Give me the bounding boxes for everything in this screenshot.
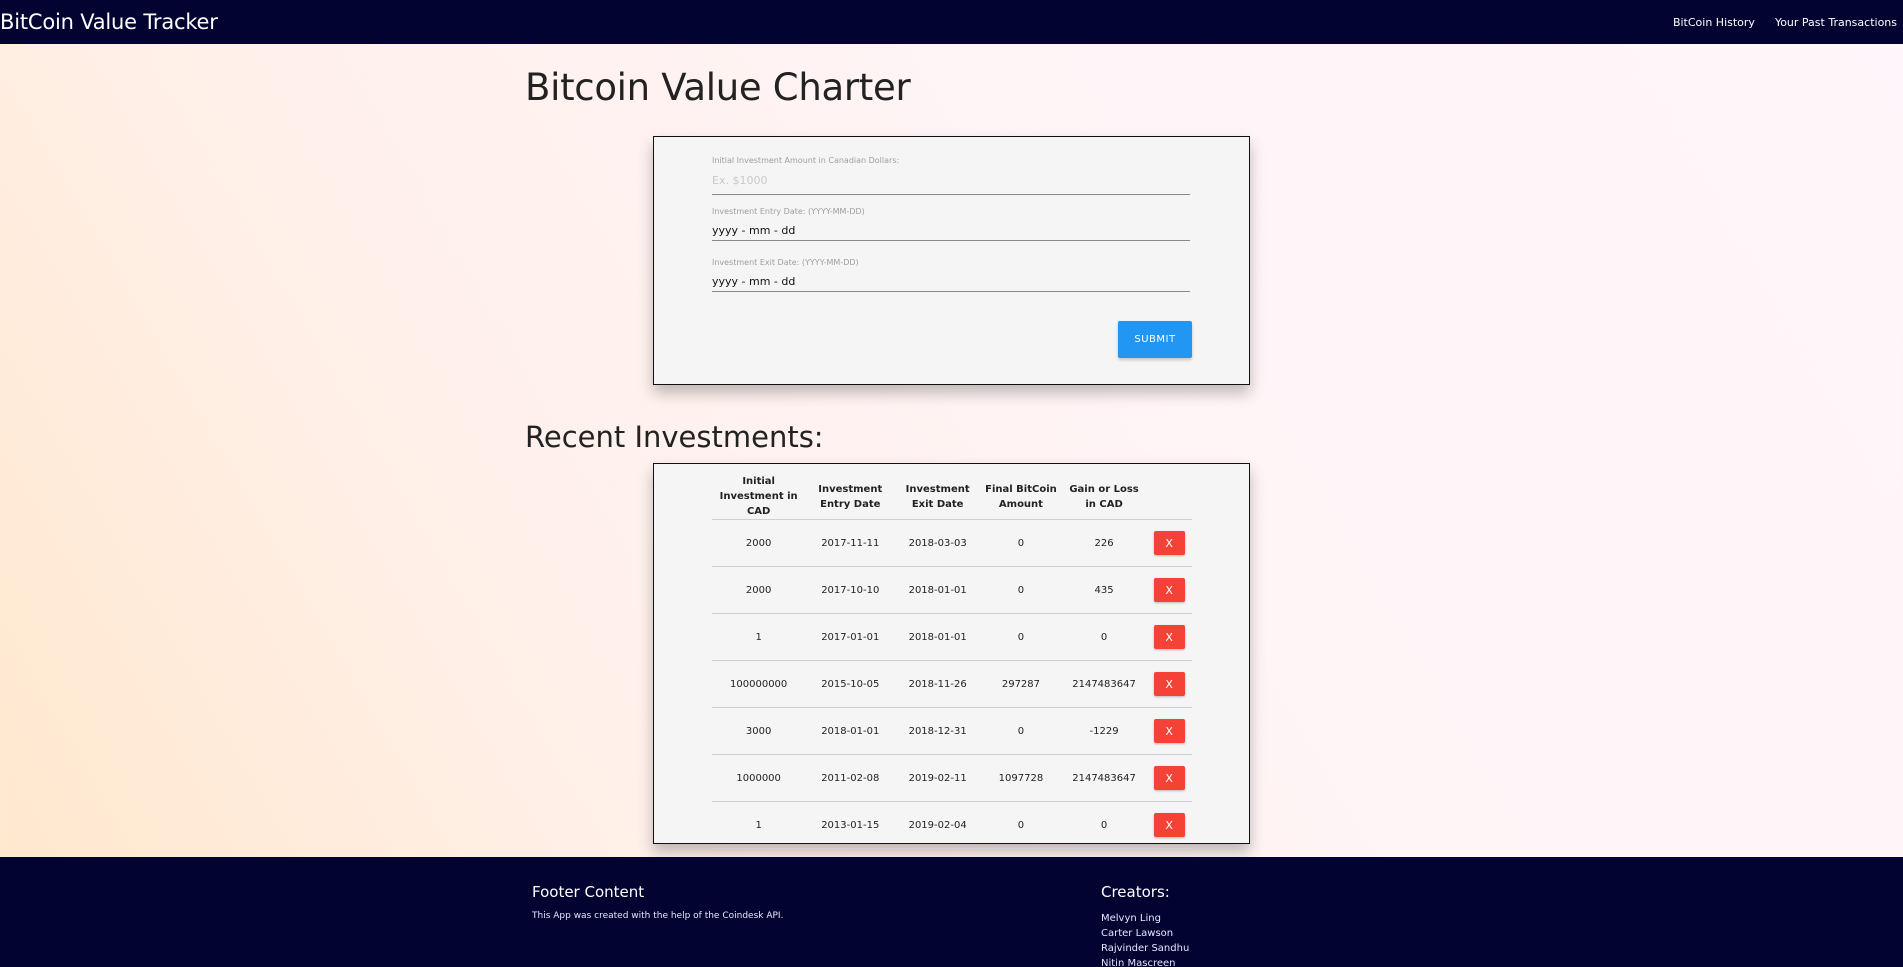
cell-gain-loss: -1229 xyxy=(1061,707,1147,755)
cell-exit-date: 2019-02-04 xyxy=(895,801,981,849)
cell-entry-date: 2017-10-10 xyxy=(805,566,896,614)
cell-actions: X xyxy=(1146,613,1192,661)
cell-actions: X xyxy=(1146,660,1192,708)
cell-final-bitcoin: 0 xyxy=(980,707,1062,755)
recent-investments-title: Recent Investments: xyxy=(525,420,824,454)
cell-gain-loss: 2147483647 xyxy=(1061,754,1147,802)
brand-title[interactable]: BitCoin Value Tracker xyxy=(0,10,218,34)
cell-final-bitcoin: 297287 xyxy=(980,660,1062,708)
cell-actions: X xyxy=(1146,801,1192,849)
cell-actions: X xyxy=(1146,519,1192,567)
cell-entry-date: 2011-02-08 xyxy=(805,754,896,802)
navbar: BitCoin Value Tracker BitCoin History Yo… xyxy=(0,0,1903,44)
entry-date-input[interactable]: yyyy - mm - dd xyxy=(712,216,1190,241)
entry-date-field: Investment Entry Date: (YYYY-MM-DD) yyyy… xyxy=(712,207,1190,241)
cell-gain-loss: 435 xyxy=(1061,566,1147,614)
amount-input[interactable] xyxy=(712,171,1190,195)
cell-initial-investment: 1000000 xyxy=(712,754,806,802)
table-row: 1 2017-01-01 2018-01-01 0 0 X xyxy=(712,613,1192,661)
table-row: 2000 2017-11-11 2018-03-03 0 226 X xyxy=(712,519,1192,567)
exit-date-field: Investment Exit Date: (YYYY-MM-DD) yyyy … xyxy=(712,258,1190,292)
creators-block: Creators: Melvyn Ling Carter Lawson Rajv… xyxy=(1101,883,1189,967)
cell-exit-date: 2018-01-01 xyxy=(895,613,981,661)
submit-button[interactable]: SUBMIT xyxy=(1118,321,1192,358)
delete-button[interactable]: X xyxy=(1153,578,1185,602)
table-row: 2000 2017-10-10 2018-01-01 0 435 X xyxy=(712,566,1192,614)
delete-button[interactable]: X xyxy=(1153,813,1185,837)
page-title: Bitcoin Value Charter xyxy=(525,66,911,109)
creator-name: Melvyn Ling xyxy=(1101,913,1161,924)
creator-name: Rajvinder Sandhu xyxy=(1101,943,1190,954)
nav-link-bitcoin-history[interactable]: BitCoin History xyxy=(1673,16,1755,29)
cell-entry-date: 2017-01-01 xyxy=(805,613,896,661)
cell-gain-loss: 0 xyxy=(1061,613,1147,661)
cell-exit-date: 2018-11-26 xyxy=(895,660,981,708)
exit-date-label: Investment Exit Date: (YYYY-MM-DD) xyxy=(712,258,859,267)
column-header: Gain or Loss in CAD xyxy=(1061,474,1147,520)
cell-entry-date: 2018-01-01 xyxy=(805,707,896,755)
delete-button[interactable]: X xyxy=(1153,625,1185,649)
cell-initial-investment: 100000000 xyxy=(712,660,806,708)
delete-button[interactable]: X xyxy=(1153,531,1185,555)
investments-table: Initial Investment in CAD Investment Ent… xyxy=(712,474,1192,849)
cell-exit-date: 2019-02-11 xyxy=(895,754,981,802)
table-row: 1 2013-01-15 2019-02-04 0 0 X xyxy=(712,801,1192,849)
cell-gain-loss: 0 xyxy=(1061,801,1147,849)
investments-table-card: Initial Investment in CAD Investment Ent… xyxy=(653,463,1250,849)
exit-date-input[interactable]: yyyy - mm - dd xyxy=(712,267,1190,292)
cell-initial-investment: 3000 xyxy=(712,707,806,755)
cell-gain-loss: 2147483647 xyxy=(1061,660,1147,708)
table-row: 3000 2018-01-01 2018-12-31 0 -1229 X xyxy=(712,707,1192,755)
cell-exit-date: 2018-01-01 xyxy=(895,566,981,614)
nav-links: BitCoin History Your Past Transactions xyxy=(1653,16,1903,29)
cell-initial-investment: 1 xyxy=(712,801,806,849)
column-header-actions xyxy=(1146,474,1192,520)
cell-entry-date: 2015-10-05 xyxy=(805,660,896,708)
cell-actions: X xyxy=(1146,754,1192,802)
delete-button[interactable]: X xyxy=(1153,719,1185,743)
table-row: 1000000 2011-02-08 2019-02-11 1097728 21… xyxy=(712,754,1192,802)
cell-final-bitcoin: 0 xyxy=(980,566,1062,614)
entry-date-label: Investment Entry Date: (YYYY-MM-DD) xyxy=(712,207,865,216)
cell-final-bitcoin: 0 xyxy=(980,519,1062,567)
cell-final-bitcoin: 0 xyxy=(980,613,1062,661)
cell-final-bitcoin: 0 xyxy=(980,801,1062,849)
table-row: 100000000 2015-10-05 2018-11-26 297287 2… xyxy=(712,660,1192,708)
cell-initial-investment: 2000 xyxy=(712,519,806,567)
cell-entry-date: 2013-01-15 xyxy=(805,801,896,849)
footer-text: This App was created with the help of th… xyxy=(532,911,784,921)
nav-link-past-transactions[interactable]: Your Past Transactions xyxy=(1775,16,1897,29)
column-header: Investment Entry Date xyxy=(805,474,896,520)
column-header: Final BitCoin Amount xyxy=(980,474,1062,520)
cell-gain-loss: 226 xyxy=(1061,519,1147,567)
amount-field-label: Initial Investment Amount in Canadian Do… xyxy=(712,156,900,165)
creator-name: Carter Lawson xyxy=(1101,928,1174,939)
column-header: Investment Exit Date xyxy=(895,474,981,520)
amount-field: Initial Investment Amount in Canadian Do… xyxy=(712,156,1190,195)
cell-initial-investment: 2000 xyxy=(712,566,806,614)
creators-heading: Creators: xyxy=(1101,883,1170,901)
column-header: Initial Investment in CAD xyxy=(712,474,806,520)
footer: Footer Content This App was created with… xyxy=(0,857,1903,967)
cell-entry-date: 2017-11-11 xyxy=(805,519,896,567)
delete-button[interactable]: X xyxy=(1153,766,1185,790)
footer-heading: Footer Content xyxy=(532,883,645,901)
footer-content-block: Footer Content This App was created with… xyxy=(532,883,783,921)
cell-exit-date: 2018-12-31 xyxy=(895,707,981,755)
cell-initial-investment: 1 xyxy=(712,613,806,661)
cell-exit-date: 2018-03-03 xyxy=(895,519,981,567)
delete-button[interactable]: X xyxy=(1153,672,1185,696)
cell-actions: X xyxy=(1146,566,1192,614)
table-header-row: Initial Investment in CAD Investment Ent… xyxy=(712,474,1192,520)
investment-form-card: Initial Investment Amount in Canadian Do… xyxy=(653,136,1250,385)
cell-actions: X xyxy=(1146,707,1192,755)
creator-name: Nitin Mascreen xyxy=(1101,958,1176,967)
cell-final-bitcoin: 1097728 xyxy=(980,754,1062,802)
